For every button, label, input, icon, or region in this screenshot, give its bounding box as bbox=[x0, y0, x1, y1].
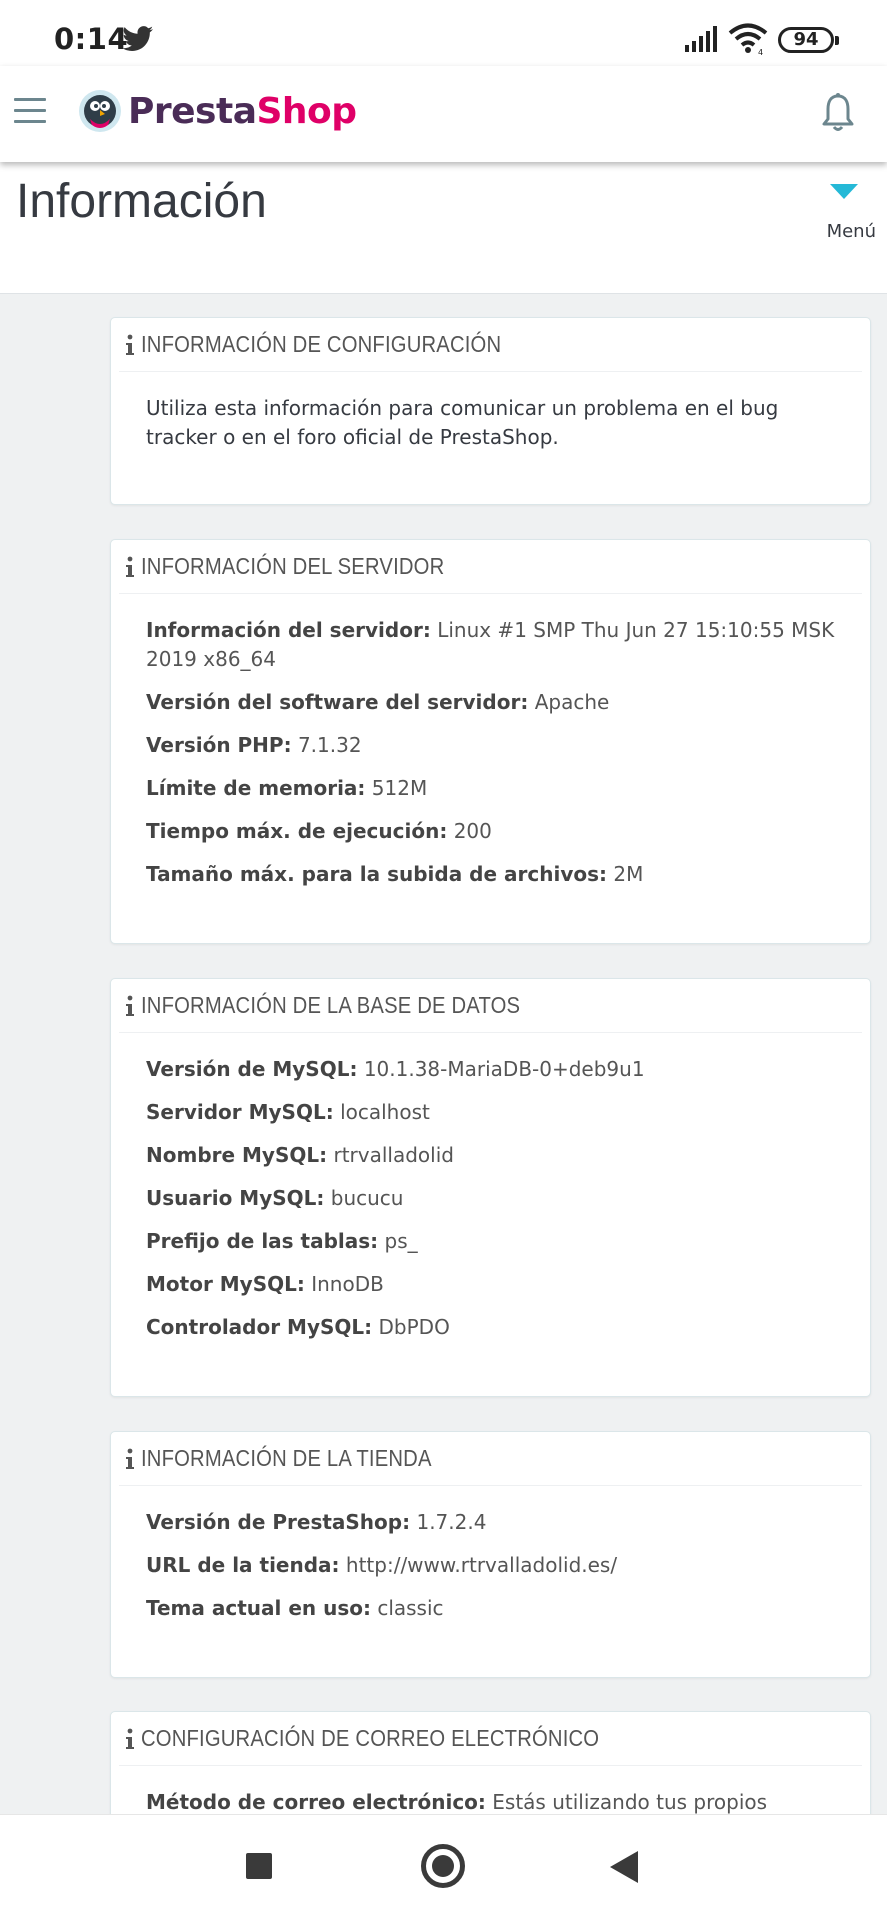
info-icon bbox=[126, 1728, 134, 1749]
info-row: Usuario MySQL: bucucu bbox=[146, 1186, 404, 1210]
panel-heading: CONFIGURACIÓN DE CORREO ELECTRÓNICO bbox=[119, 1712, 862, 1766]
prestashop-logo[interactable]: PrestaShop bbox=[78, 86, 357, 136]
panel-heading: INFORMACIÓN DEL SERVIDOR bbox=[119, 540, 862, 594]
page-title: Información bbox=[16, 175, 267, 228]
info-row: Controlador MySQL: DbPDO bbox=[146, 1315, 450, 1339]
panel-heading: INFORMACIÓN DE CONFIGURACIÓN bbox=[119, 318, 862, 372]
panel-body: Versión de MySQL: 10.1.38-MariaDB-0+deb9… bbox=[146, 1055, 840, 1356]
system-nav-bar bbox=[0, 1814, 887, 1920]
menu-toggle-button[interactable]: Menú bbox=[812, 176, 876, 256]
info-row: Servidor MySQL: localhost bbox=[146, 1100, 430, 1124]
info-icon bbox=[126, 556, 134, 577]
wifi-icon: 4 bbox=[728, 23, 768, 56]
battery-icon: 94 bbox=[778, 27, 839, 53]
svg-text:4: 4 bbox=[758, 48, 763, 56]
info-row: Versión de MySQL: 10.1.38-MariaDB-0+deb9… bbox=[146, 1057, 645, 1081]
panel-title: INFORMACIÓN DE LA TIENDA bbox=[141, 1445, 432, 1471]
back-triangle-icon[interactable] bbox=[610, 1851, 638, 1883]
info-row: Información del servidor: Linux #1 SMP T… bbox=[146, 618, 835, 671]
hamburger-icon[interactable] bbox=[14, 98, 46, 123]
home-circle-icon[interactable] bbox=[421, 1844, 465, 1888]
caret-down-icon bbox=[830, 184, 858, 199]
info-row: Motor MySQL: InnoDB bbox=[146, 1272, 384, 1296]
menu-label: Menú bbox=[826, 221, 876, 242]
info-row: Tiempo máx. de ejecución: 200 bbox=[146, 819, 492, 843]
info-row: Versión de PrestaShop: 1.7.2.4 bbox=[146, 1510, 487, 1534]
prestashop-logo-icon bbox=[79, 90, 121, 132]
info-row: Tema actual en uso: classic bbox=[146, 1596, 444, 1620]
panel-title: INFORMACIÓN DE LA BASE DE DATOS bbox=[141, 992, 521, 1018]
info-row: Prefijo de las tablas: ps_ bbox=[146, 1229, 418, 1253]
panel-body: Versión de PrestaShop: 1.7.2.4 URL de la… bbox=[146, 1508, 840, 1637]
info-row: URL de la tienda: http://www.rtrvalladol… bbox=[146, 1553, 618, 1577]
config-info-panel: INFORMACIÓN DE CONFIGURACIÓN Utiliza est… bbox=[110, 317, 871, 505]
bell-icon[interactable] bbox=[820, 92, 856, 134]
database-info-panel: INFORMACIÓN DE LA BASE DE DATOS Versión … bbox=[110, 978, 871, 1397]
app-header: PrestaShop bbox=[0, 66, 887, 162]
panel-body: Utiliza esta información para comunicar … bbox=[146, 394, 840, 466]
twitter-icon bbox=[122, 26, 154, 51]
info-row: Límite de memoria: 512M bbox=[146, 776, 428, 800]
status-bar: 0:14 4 94 bbox=[0, 0, 887, 66]
config-description: Utiliza esta información para comunicar … bbox=[146, 396, 779, 449]
info-row: Versión PHP: 7.1.32 bbox=[146, 733, 362, 757]
panel-title: INFORMACIÓN DEL SERVIDOR bbox=[141, 553, 445, 579]
info-row: Nombre MySQL: rtrvalladolid bbox=[146, 1143, 454, 1167]
server-info-panel: INFORMACIÓN DEL SERVIDOR Información del… bbox=[110, 539, 871, 944]
store-info-panel: INFORMACIÓN DE LA TIENDA Versión de Pres… bbox=[110, 1431, 871, 1678]
panel-title: CONFIGURACIÓN DE CORREO ELECTRÓNICO bbox=[141, 1725, 600, 1751]
info-icon bbox=[126, 1448, 134, 1469]
panel-body: Información del servidor: Linux #1 SMP T… bbox=[146, 616, 840, 903]
info-row: Versión del software del servidor: Apach… bbox=[146, 690, 610, 714]
panel-heading: INFORMACIÓN DE LA TIENDA bbox=[119, 1432, 862, 1486]
info-icon bbox=[126, 334, 134, 355]
logo-text: PrestaShop bbox=[128, 90, 357, 132]
info-row: Tamaño máx. para la subida de archivos: … bbox=[146, 862, 644, 886]
recents-square-icon[interactable] bbox=[246, 1853, 272, 1879]
status-time: 0:14 bbox=[54, 22, 129, 56]
signal-icon bbox=[685, 26, 717, 52]
info-icon bbox=[126, 995, 134, 1016]
panel-heading: INFORMACIÓN DE LA BASE DE DATOS bbox=[119, 979, 862, 1033]
panel-title: INFORMACIÓN DE CONFIGURACIÓN bbox=[141, 331, 502, 357]
